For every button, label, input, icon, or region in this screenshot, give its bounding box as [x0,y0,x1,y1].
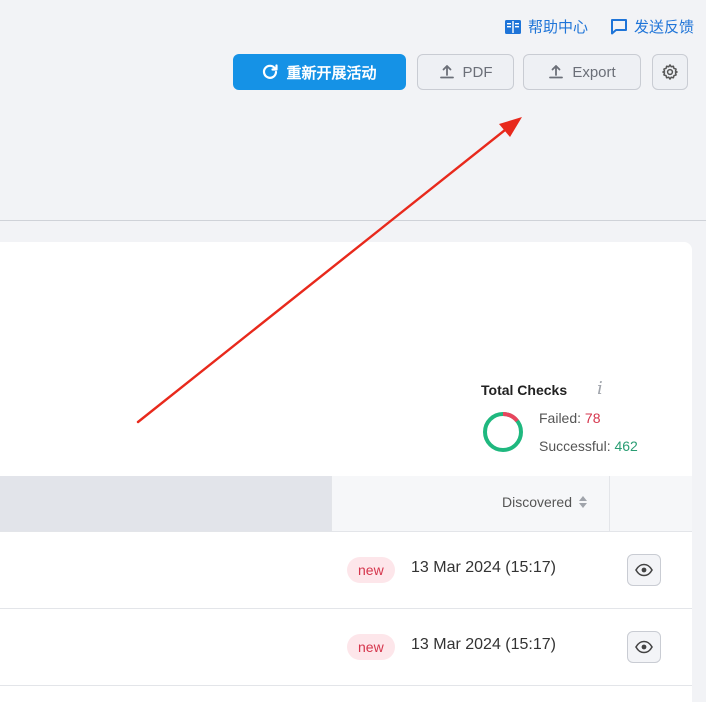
export-label: Export [572,63,616,81]
successful-value: 462 [614,438,638,454]
failed-value: 78 [584,410,601,426]
table-header: Discovered [0,476,692,532]
discovered-column-header[interactable]: Discovered [502,494,588,510]
successful-stat: Successful: 462 [539,438,638,454]
discovered-date: 13 Mar 2024 (15:17) [411,636,556,653]
failed-label: Failed: [539,410,582,426]
sort-icon [579,496,587,508]
feedback-label: 发送反馈 [633,19,694,36]
column-divider [609,476,610,531]
column-divider [331,476,332,531]
info-icon[interactable]: i [597,378,603,399]
message-icon [610,19,627,35]
view-button[interactable] [627,554,661,586]
new-badge: new [347,557,395,583]
total-checks-title: Total Checks [481,382,568,398]
table-row[interactable]: new 13 Mar 2024 (15:17) [0,532,692,609]
header-divider [0,220,706,221]
feedback-link[interactable]: 发送反馈 [610,16,694,37]
restart-campaign-label: 重新开展活动 [286,64,377,82]
eye-icon [635,563,653,577]
successful-label: Successful: [539,438,611,454]
new-badge: new [347,634,395,660]
sorted-column-header[interactable] [0,476,331,531]
discovered-label: Discovered [501,494,572,510]
upload-icon [549,65,564,79]
help-center-link[interactable]: 帮助中心 [504,16,588,37]
failed-stat: Failed: 78 [539,410,601,426]
gear-icon [662,64,678,80]
pdf-button[interactable]: PDF [417,54,514,90]
refresh-icon [263,64,279,79]
book-icon [504,19,521,34]
restart-campaign-button[interactable]: 重新开展活动 [233,54,406,90]
eye-icon [635,640,653,654]
content-card: Total Checks i Failed: 78 Successful: 46… [0,242,692,702]
header-links: 帮助中心 发送反馈 [504,16,694,37]
discovered-date: 13 Mar 2024 (15:17) [411,559,556,576]
checks-donut-chart [483,412,523,452]
table-row[interactable]: new 13 Mar 2024 (15:17) [0,609,692,686]
arrow-head [499,117,522,137]
view-button[interactable] [627,631,661,663]
upload-icon [439,65,454,79]
help-center-label: 帮助中心 [527,19,588,36]
export-button[interactable]: Export [523,54,641,90]
toolbar: 重新开展活动 PDF Export [233,54,688,90]
pdf-label: PDF [462,63,493,81]
settings-button[interactable] [652,54,688,90]
